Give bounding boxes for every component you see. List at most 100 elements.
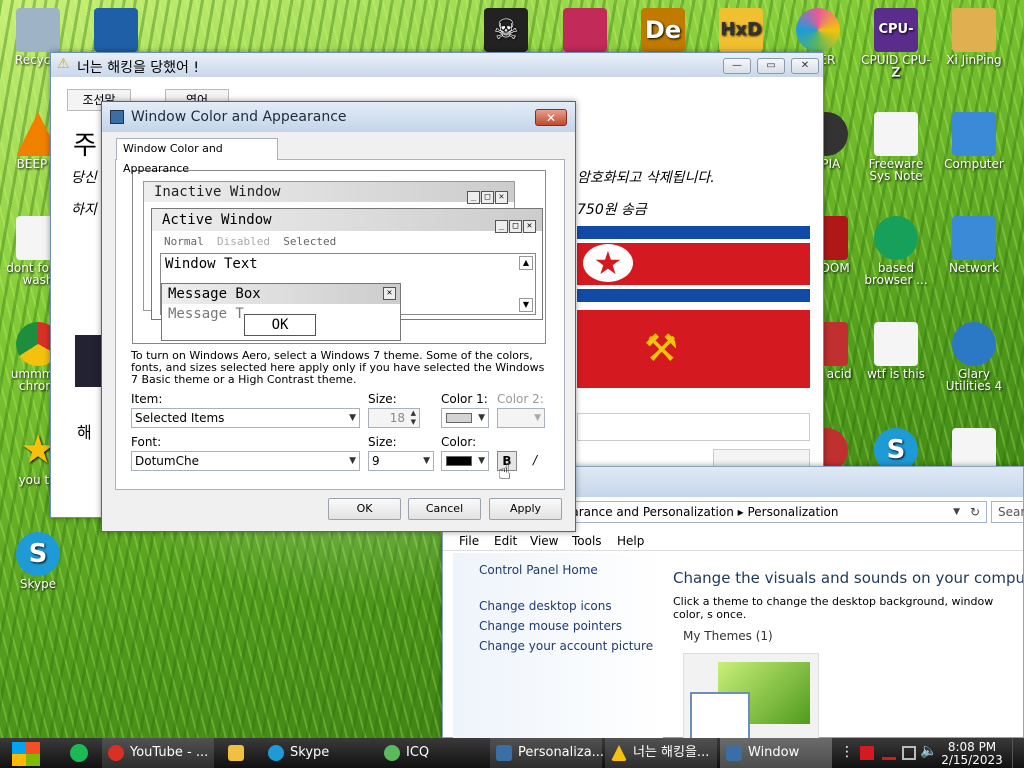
active-title-bar: Active Window _ □ ✕: [152, 209, 542, 233]
menu-normal: Normal: [164, 235, 204, 248]
control-panel-home-link[interactable]: Control Panel Home: [479, 563, 598, 577]
menu-tools[interactable]: Tools: [572, 531, 602, 551]
item-label: Item:: [131, 392, 163, 406]
taskbar-item-personalization[interactable]: Personaliza...: [490, 738, 604, 768]
search-box[interactable]: Sear: [991, 501, 1024, 523]
scroll-up-icon: ▲: [519, 256, 533, 270]
menu-view[interactable]: View: [530, 531, 558, 551]
font-dropdown[interactable]: DotumChe ▼: [131, 451, 360, 471]
change-desktop-icons-link[interactable]: Change desktop icons: [479, 599, 612, 613]
inactive-caption-buttons: _ □ ✕: [466, 185, 508, 205]
computer-icon: [952, 112, 996, 156]
apply-button[interactable]: Apply: [489, 498, 562, 520]
menu-edit[interactable]: Edit: [494, 531, 517, 551]
taskbar-item-youtube[interactable]: YouTube - ...: [102, 738, 214, 768]
italic-button[interactable]: /: [525, 451, 545, 471]
tray-red-icon[interactable]: [882, 746, 896, 760]
change-account-picture-link[interactable]: Change your account picture: [479, 639, 653, 653]
ransom-heading: 주: [73, 131, 97, 161]
dialog-tab[interactable]: Window Color and Appearance: [116, 138, 278, 175]
tray-volume-icon[interactable]: 🔈: [920, 743, 937, 759]
clock-date[interactable]: 2/15/2023: [938, 753, 1006, 767]
font-value: DotumChe: [135, 454, 199, 468]
menu-disabled: Disabled: [217, 235, 270, 248]
color2-label: Color 2:: [497, 392, 544, 406]
dialog-titlebar[interactable]: Window Color and Appearance ✕: [102, 102, 575, 132]
minimize-icon: _: [495, 220, 508, 233]
colorwheel-icon: [796, 8, 840, 52]
skype-icon: [268, 745, 284, 761]
chrome-icon: [108, 745, 124, 761]
taskbar-item-ransom[interactable]: 너는 해킹을...: [605, 738, 717, 768]
breadcrumb-separator-icon: ▸: [737, 505, 748, 519]
taskbar-item-icq[interactable]: ICQ: [378, 738, 490, 768]
ransom-title: 너는 해킹을 당했어 !: [77, 60, 200, 76]
color2-picker[interactable]: ▼: [497, 408, 545, 428]
glary-icon: [952, 322, 996, 366]
clock-time[interactable]: 8:08 PM: [938, 740, 1006, 754]
ok-button[interactable]: OK: [328, 498, 401, 520]
cancel-button[interactable]: Cancel: [408, 498, 481, 520]
desktop-icon-skull[interactable]: ☠: [470, 8, 542, 54]
taskbar-item-skype[interactable]: Skype: [262, 738, 374, 768]
taskbar-item-explorer[interactable]: [222, 738, 250, 768]
tray-flag-icon[interactable]: [860, 746, 874, 760]
ransom-titlebar[interactable]: ⚠ 너는 해킹을 당했어 ! — ▭ ✕: [51, 53, 823, 77]
desktop-icon-computer[interactable]: Computer: [938, 112, 1010, 170]
color1-swatch: [446, 413, 472, 423]
message-text-label: Message T: [168, 306, 244, 322]
menu-help[interactable]: Help: [617, 531, 644, 551]
item-dropdown[interactable]: Selected Items ▼: [131, 408, 360, 428]
desktop-icon-skype[interactable]: S Skype: [2, 532, 74, 590]
tray-network-icon[interactable]: [902, 746, 916, 760]
message-box-title-bar: Message Box ✕: [162, 284, 400, 304]
desktop-icon-browser[interactable]: based browser ...: [860, 216, 932, 286]
font-color-swatch: [446, 456, 472, 466]
window-color-dialog[interactable]: Window Color and Appearance ✕ Window Col…: [101, 101, 576, 532]
chevron-down-icon: ▼: [349, 456, 356, 466]
refresh-icon[interactable]: ↻: [970, 502, 980, 522]
desktop-icon-wtf[interactable]: wtf is this: [860, 322, 932, 380]
color1-picker[interactable]: ▼: [441, 408, 489, 428]
desktop-icon-sysnote[interactable]: Freeware Sys Note: [860, 112, 932, 182]
desktop-icon-virtualbox[interactable]: [80, 8, 152, 54]
breadcrumb-personalization[interactable]: Personalization: [747, 505, 838, 519]
close-icon: ✕: [523, 220, 536, 233]
tray-overflow-icon[interactable]: ⋮: [840, 744, 854, 760]
font-color-picker[interactable]: ▼: [441, 451, 489, 471]
item-size-spinner[interactable]: 18 ▲ ▼: [368, 408, 420, 428]
chevron-down-icon: ▼: [478, 456, 485, 466]
desktop-icon-app[interactable]: [549, 8, 621, 54]
desktop-icon-folder[interactable]: Xi JinPing: [938, 8, 1010, 66]
font-size-dropdown[interactable]: 9 ▼: [368, 451, 434, 471]
desktop-icon-hxd[interactable]: HxD: [705, 8, 777, 54]
desktop-icon-cpuz[interactable]: CPU-Z CPUID CPU-Z: [860, 8, 932, 81]
dropdown-arrow-icon[interactable]: ▼: [953, 502, 960, 522]
taskbar-item-window-color[interactable]: Window Col...: [720, 738, 832, 768]
minimize-button[interactable]: —: [723, 58, 751, 74]
ransom-line2b: 750원 송금: [577, 202, 647, 218]
font-size-value: 9: [372, 454, 380, 468]
color1-label: Color 1:: [441, 392, 488, 406]
inactive-title-bar: Inactive Window _ □ ✕: [144, 182, 514, 205]
appearance-preview[interactable]: Inactive Window _ □ ✕ Active Window _ □ ✕ No…: [132, 170, 546, 344]
chevron-down-icon: ▼: [349, 413, 356, 423]
desktop-icon-de[interactable]: De: [627, 8, 699, 54]
change-mouse-pointers-link[interactable]: Change mouse pointers: [479, 619, 622, 633]
dialog-close-button[interactable]: ✕: [535, 109, 567, 126]
dialog-app-icon: [110, 110, 124, 124]
ransom-input[interactable]: [577, 413, 810, 441]
menu-file[interactable]: File: [459, 531, 479, 551]
address-bar[interactable]: earance and Personalization ▸ Personaliz…: [553, 501, 987, 523]
show-desktop-button[interactable]: [1012, 738, 1024, 768]
breadcrumb-appearance[interactable]: earance and Personalization: [564, 505, 734, 519]
theme-thumbnail[interactable]: [683, 653, 819, 742]
start-button[interactable]: [8, 740, 44, 766]
taskbar-spotify[interactable]: [70, 744, 88, 762]
close-button[interactable]: ✕: [791, 58, 819, 74]
maximize-button[interactable]: ▭: [757, 58, 785, 74]
desktop-icon-network[interactable]: Network: [938, 216, 1010, 274]
ransom-line2: 하지: [71, 202, 97, 218]
desktop-icon-glary[interactable]: Glary Utilities 4: [938, 322, 1010, 392]
close-icon: ✕: [495, 191, 508, 204]
